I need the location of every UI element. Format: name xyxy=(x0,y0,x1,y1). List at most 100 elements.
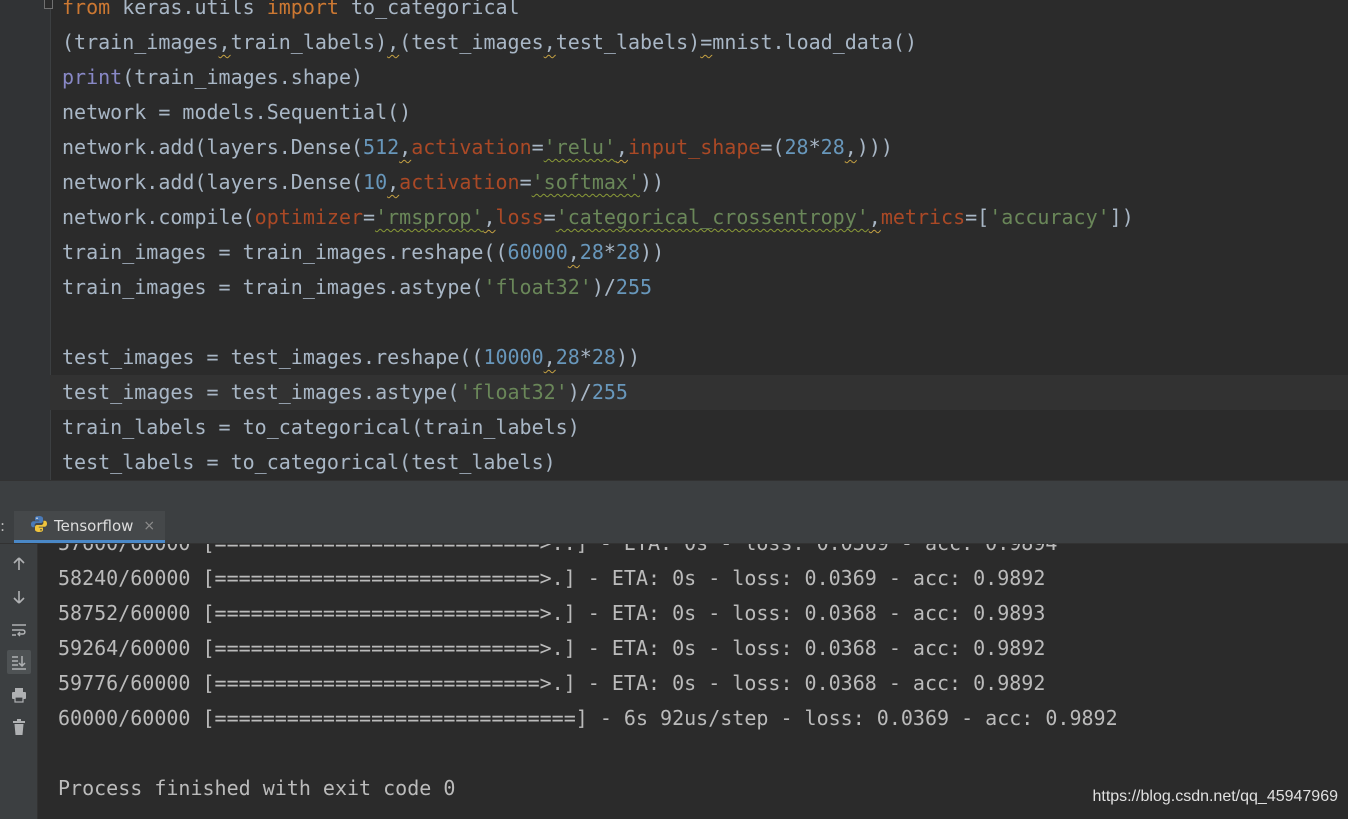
code-token: 'softmax' xyxy=(531,170,641,194)
code-token: 28 xyxy=(820,135,845,159)
console-line: 57600/60000 [===========================… xyxy=(58,544,1118,561)
console-line: 58240/60000 [===========================… xyxy=(58,566,1046,590)
code-line[interactable]: test_images = test_images.astype('float3… xyxy=(50,375,1348,410)
code-token: * xyxy=(808,135,821,159)
code-token: test_images = test_images.reshape(( xyxy=(62,345,484,369)
python-icon xyxy=(30,515,48,537)
code-token: , xyxy=(387,170,400,194)
code-token: )) xyxy=(640,170,665,194)
code-line[interactable]: network.compile(optimizer='rmsprop',loss… xyxy=(62,200,1348,235)
code-token: , xyxy=(543,30,556,54)
code-token: ]) xyxy=(1109,205,1134,229)
print-icon[interactable] xyxy=(7,683,31,707)
code-area[interactable]: from keras.utils import to_categorical (t… xyxy=(50,0,1348,480)
code-token: 10000 xyxy=(483,345,544,369)
watermark-text: https://blog.csdn.net/qq_45947969 xyxy=(1092,788,1338,805)
code-token: = xyxy=(363,205,376,229)
code-line[interactable] xyxy=(62,305,1348,340)
code-line[interactable]: (train_images,train_labels),(test_images… xyxy=(62,25,1348,60)
code-token: 'categorical_crossentropy' xyxy=(555,205,869,229)
code-token: keras.utils xyxy=(110,0,267,19)
up-arrow-icon[interactable] xyxy=(7,552,31,576)
code-token: = xyxy=(543,205,556,229)
trash-icon[interactable] xyxy=(7,715,31,739)
code-token: network = models.Sequential() xyxy=(62,100,412,124)
run-tab-tensorflow[interactable]: Tensorflow × xyxy=(14,511,166,543)
code-token: 28 xyxy=(591,345,616,369)
code-token: )/ xyxy=(567,380,592,404)
code-token: input_shape xyxy=(627,135,761,159)
code-token: network.add(layers.Dense( xyxy=(62,170,364,194)
code-token: =( xyxy=(760,135,785,159)
fold-marker-icon[interactable] xyxy=(44,0,53,9)
code-token: , xyxy=(387,30,400,54)
code-line[interactable]: train_images = train_images.astype('floa… xyxy=(62,270,1348,305)
code-token: , xyxy=(868,205,881,229)
code-line[interactable]: test_images = test_images.reshape((10000… xyxy=(62,340,1348,375)
code-token: 'float32' xyxy=(483,275,592,299)
run-tab-label: Tensorflow xyxy=(54,516,134,535)
code-line[interactable]: print(train_images.shape) xyxy=(62,60,1348,95)
code-token: network.add(layers.Dense( xyxy=(62,135,364,159)
code-token: )) xyxy=(640,240,665,264)
code-token: * xyxy=(579,345,592,369)
console-line: 59264/60000 [===========================… xyxy=(58,636,1046,660)
code-line[interactable]: network.add(layers.Dense(512,activation=… xyxy=(62,130,1348,165)
code-token: ))) xyxy=(856,135,893,159)
console-line: 58752/60000 [===========================… xyxy=(58,601,1046,625)
code-token: 'relu' xyxy=(543,135,616,159)
console-line: 60000/60000 [===========================… xyxy=(58,706,1118,730)
panel-separator[interactable] xyxy=(0,480,1348,512)
code-line[interactable]: train_labels = to_categorical(train_labe… xyxy=(62,410,1348,445)
code-token: 512 xyxy=(363,135,400,159)
code-token: 60000 xyxy=(507,240,568,264)
close-icon[interactable]: × xyxy=(143,518,155,534)
editor-gutter xyxy=(0,0,51,480)
code-token: metrics xyxy=(880,205,966,229)
code-token: )/ xyxy=(591,275,616,299)
code-token: = xyxy=(519,170,532,194)
code-line[interactable]: test_labels = to_categorical(test_labels… xyxy=(62,445,1348,480)
code-token: network.compile( xyxy=(62,205,255,229)
code-token: , xyxy=(615,135,628,159)
code-token: , xyxy=(844,135,857,159)
code-token: test_labels) xyxy=(555,30,701,54)
code-token: to_categorical xyxy=(338,0,520,19)
code-token: 10 xyxy=(363,170,388,194)
code-token: = xyxy=(531,135,544,159)
code-token: , xyxy=(483,205,496,229)
code-token: 'float32' xyxy=(459,380,568,404)
down-arrow-icon[interactable] xyxy=(7,585,31,609)
code-token: (test_images xyxy=(399,30,544,54)
code-line[interactable]: network.add(layers.Dense(10,activation='… xyxy=(62,165,1348,200)
console-output[interactable]: 57600/60000 [===========================… xyxy=(38,544,1348,819)
code-token: = xyxy=(700,30,713,54)
code-token: import xyxy=(266,0,339,19)
console-line: 59776/60000 [===========================… xyxy=(58,671,1046,695)
code-token: , xyxy=(399,135,412,159)
soft-wrap-icon[interactable] xyxy=(7,618,31,642)
code-token: =[ xyxy=(965,205,990,229)
code-token: optimizer xyxy=(254,205,364,229)
code-token: 28 xyxy=(784,135,809,159)
code-line[interactable]: from keras.utils import to_categorical xyxy=(62,0,1348,25)
code-token: train_images = train_images.reshape(( xyxy=(62,240,508,264)
code-line[interactable]: train_images = train_images.reshape((600… xyxy=(62,235,1348,270)
code-token: , xyxy=(567,240,580,264)
code-token: (train_images.shape) xyxy=(122,65,364,89)
code-token: train_labels) xyxy=(230,30,388,54)
code-token: train_images = train_images.astype( xyxy=(62,275,484,299)
code-token: 28 xyxy=(555,345,580,369)
scroll-to-end-icon[interactable] xyxy=(7,650,31,674)
code-token: , xyxy=(543,345,556,369)
code-token: 'rmsprop' xyxy=(375,205,484,229)
code-token: test_labels = to_categorical(test_labels… xyxy=(62,450,556,474)
code-token: 'accuracy' xyxy=(989,205,1110,229)
run-panel-prefix: : xyxy=(0,517,6,535)
code-editor[interactable]: from keras.utils import to_categorical (t… xyxy=(0,0,1348,480)
console-lines: 57600/60000 [===========================… xyxy=(58,544,1118,806)
run-tab-bar: : Tensorflow × xyxy=(0,511,1348,544)
code-line[interactable]: network = models.Sequential() xyxy=(62,95,1348,130)
code-token: mnist.load_data() xyxy=(712,30,917,54)
code-token: )) xyxy=(615,345,641,369)
